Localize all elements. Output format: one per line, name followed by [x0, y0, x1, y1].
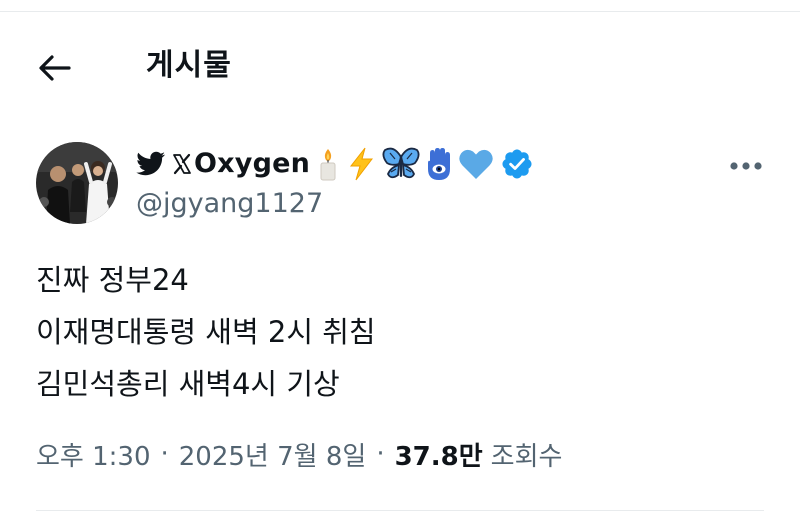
- post-text-line: 김민석총리 새벽4시 기상: [36, 367, 340, 401]
- more-options-button[interactable]: [718, 146, 774, 186]
- author-handle[interactable]: @jgyang1127: [136, 185, 323, 223]
- author-display-name: Oxygen: [194, 148, 311, 179]
- post-detail-page: 게시물 Oxygen @jgyang1127 진짜 정부24 이재명대통령 새벽…: [0, 0, 800, 525]
- blue-heart-icon: [458, 148, 494, 180]
- views-count[interactable]: 37.8만: [395, 436, 483, 473]
- avatar-photo: [36, 142, 118, 224]
- candle-icon: [316, 147, 340, 181]
- post-text: 진짜 정부24 이재명대통령 새벽 2시 취침 김민석총리 새벽4시 기상: [36, 254, 756, 410]
- x-logo-icon: [172, 153, 192, 175]
- post-time[interactable]: 오후 1:30: [36, 436, 151, 473]
- bottom-divider: [36, 510, 764, 511]
- butterfly-icon: [382, 147, 420, 181]
- meta-separator: ·: [376, 439, 385, 469]
- post-text-line: 이재명대통령 새벽 2시 취침: [36, 315, 376, 349]
- page-title: 게시물: [146, 48, 232, 83]
- arrow-left-icon: [39, 55, 71, 81]
- post-text-line: 진짜 정부24: [36, 263, 189, 297]
- more-dots-icon: [730, 162, 762, 170]
- hamsa-icon: [426, 147, 452, 181]
- author-name-row[interactable]: Oxygen: [136, 142, 534, 186]
- page-header: 게시물: [0, 40, 800, 96]
- lightning-icon: [346, 147, 376, 181]
- views-label: 조회수: [490, 441, 563, 472]
- back-button[interactable]: [34, 48, 74, 88]
- top-divider: [0, 0, 800, 12]
- bird-icon: [136, 151, 166, 177]
- meta-separator: ·: [160, 439, 169, 469]
- post-meta: 오후 1:30 · 2025년 7월 8일 · 37.8만 조회수: [36, 432, 562, 476]
- avatar[interactable]: [36, 142, 118, 224]
- post-date[interactable]: 2025년 7월 8일: [179, 436, 367, 473]
- verified-badge-icon[interactable]: [500, 147, 534, 181]
